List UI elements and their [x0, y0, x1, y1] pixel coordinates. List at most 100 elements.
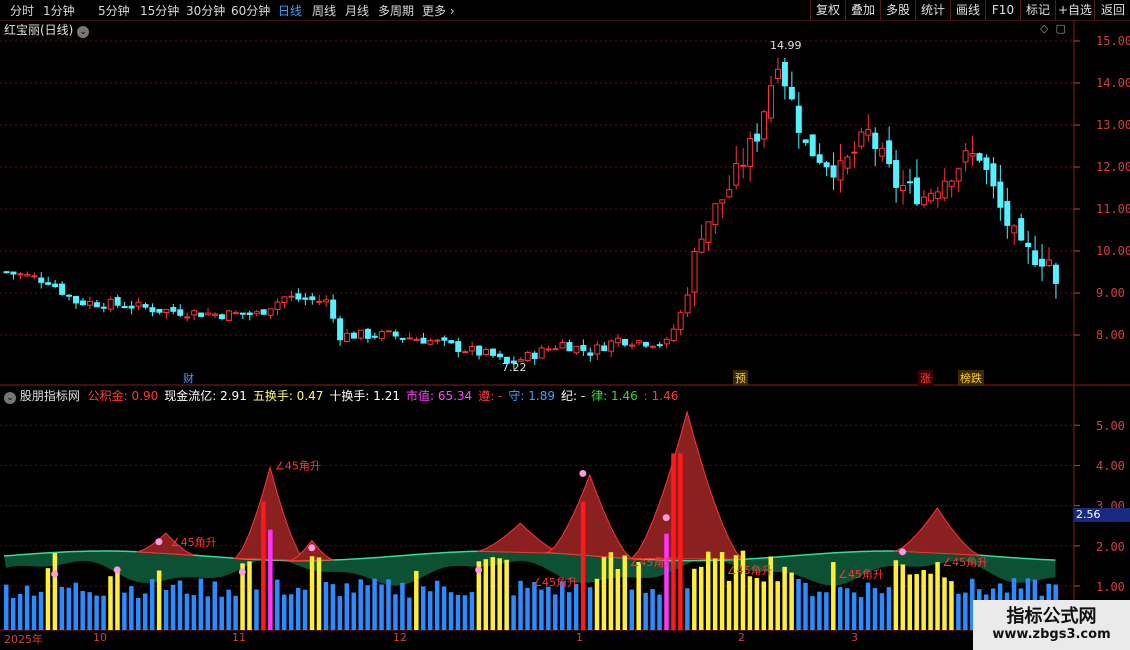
indicator-item-4: 市值: 65.34 [405, 389, 473, 403]
angle-rise-label: ∠45角升 [532, 576, 578, 589]
candle-down [1004, 201, 1011, 226]
indicator-bar [108, 576, 113, 630]
candle-up [212, 313, 218, 316]
indicator-bar [379, 584, 384, 630]
indicator-bar [163, 589, 169, 630]
indicator-bar [907, 574, 912, 630]
indicator-bar [393, 594, 398, 630]
candle-up [107, 298, 114, 310]
candle-down [788, 86, 795, 100]
indicator-peak-4 [546, 473, 633, 559]
indicator-item-0: 公积金: 0.90 [87, 389, 159, 403]
candle-down [872, 132, 879, 150]
indicator-bar [580, 501, 586, 630]
candle-up [552, 348, 559, 351]
indicator-bar [10, 598, 16, 630]
candle-down [121, 306, 128, 309]
watermark-title: 指标公式网 [1006, 606, 1097, 627]
indicator-bar [351, 592, 356, 630]
candle-down [38, 277, 45, 283]
candle-down [156, 308, 163, 313]
candle-up [17, 273, 24, 276]
indicator-bar [747, 576, 753, 630]
candle-up [608, 340, 615, 352]
candle-down [302, 297, 309, 300]
angle-rise-label: ∠45角升 [171, 536, 217, 549]
indicator-bar [407, 597, 412, 630]
indicator-bar [177, 580, 183, 630]
price-tick-11: 11.00 [1096, 202, 1130, 216]
stock-chart: ∠45角升 ∠45角升 ∠45角升 ∠45角升 ∠45角升 ∠45角升 ∠45角升 [0, 20, 1130, 631]
indicator-bar [705, 551, 711, 630]
candle-down [490, 348, 496, 356]
candle-down [420, 337, 427, 344]
indicator-bar [615, 569, 621, 630]
price-tick-8: 8.00 [1096, 328, 1125, 342]
indicator-bar [573, 583, 579, 630]
candle-down [10, 271, 17, 275]
indicator-bar [678, 453, 683, 630]
indicator-bar [198, 578, 204, 630]
candle-up [649, 345, 656, 348]
candle-up [740, 164, 747, 167]
indicator-bar [45, 568, 51, 630]
indicator-bar [963, 592, 968, 630]
indicator-tick-1: 1.00 [1096, 580, 1125, 594]
candle-down [45, 282, 52, 285]
high-price-label: 14.99 [770, 39, 802, 52]
candle-down [580, 344, 587, 351]
pink-signal-dot [238, 568, 246, 576]
rise-marker[interactable]: 涨 [918, 370, 933, 386]
indicator-dropdown-icon[interactable]: ⌄ [4, 392, 16, 404]
candle-down [990, 163, 997, 187]
indicator-bar [587, 587, 593, 630]
candle-up [962, 150, 969, 163]
indicator-bar [38, 591, 44, 630]
indicator-bar [844, 588, 850, 630]
indicator-bar [309, 556, 315, 630]
current-value-badge: 2.56 [1074, 508, 1130, 522]
watermark-url: www.zbgs3.com [992, 627, 1111, 642]
candle-up [135, 301, 142, 307]
indicator-bar [810, 596, 815, 630]
indicator-bar [935, 562, 940, 630]
candle-down [823, 162, 830, 168]
candle-up [288, 295, 295, 298]
indicator-bar [886, 587, 892, 630]
indicator-bar [601, 556, 607, 630]
indicator-bar [900, 564, 906, 630]
x-label-nov: 11 [232, 631, 246, 644]
candle-up [705, 221, 712, 243]
indicator-item-9: : 1.46 [643, 389, 679, 403]
indicator-bar [525, 587, 530, 630]
candle-up [934, 191, 941, 199]
candle-up [594, 344, 601, 355]
indicator-bar [726, 580, 732, 630]
indicator-item-3: 十换手: 1.21 [329, 389, 400, 403]
candle-up [385, 330, 392, 333]
candle-down [246, 312, 253, 316]
candle-down [622, 338, 629, 346]
candle-down [642, 342, 649, 347]
indicator-bar [789, 572, 794, 630]
x-label-dec: 12 [393, 631, 407, 644]
indicator-values: 公积金: 0.90 现金流亿: 2.91 五换手: 0.47 十换手: 1.21 市值:… [88, 389, 685, 403]
candle-down [392, 331, 399, 337]
candle-up [274, 301, 281, 311]
candle-down [587, 352, 594, 356]
indicator-bar [497, 558, 502, 630]
indicator-bar [143, 593, 148, 630]
pink-signal-dot [308, 544, 316, 552]
ranking-marker[interactable]: 榜跌 [958, 370, 984, 386]
indicator-bar [302, 589, 308, 630]
forecast-marker[interactable]: 预 [733, 370, 748, 386]
candle-up [232, 312, 239, 315]
candle-down [754, 133, 761, 142]
indicator-name[interactable]: 股朋指标网 [20, 389, 80, 403]
indicator-peak-5 [629, 410, 744, 560]
indicator-bar [59, 586, 65, 630]
indicator-title-row: ⌄ 股朋指标网 公积金: 0.90 现金流亿: 2.91 五换手: 0.47 十换手:… [4, 387, 684, 404]
candle-up [684, 294, 691, 314]
candle-down [886, 140, 893, 165]
finance-marker[interactable]: 财 [181, 370, 196, 386]
